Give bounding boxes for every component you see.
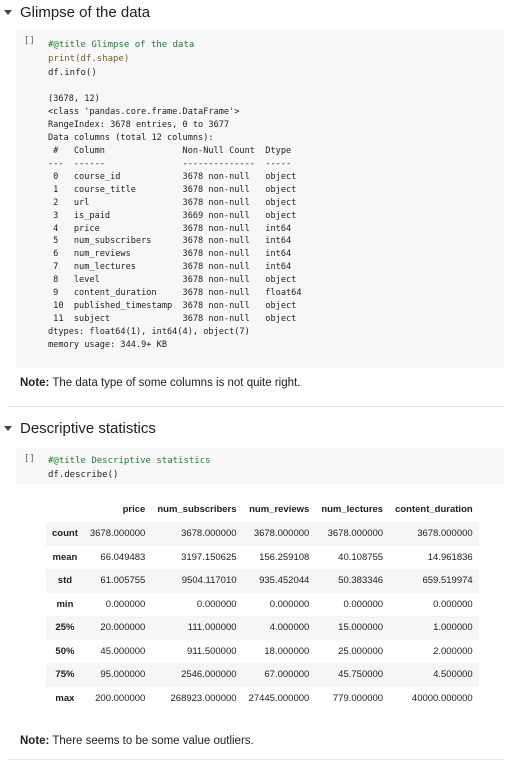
table-row: mean 66.049483 3197.150625 156.259108 40… (46, 545, 479, 569)
table-cell: 20.000000 (100, 622, 146, 634)
table-cell: 14.961836 (427, 551, 473, 563)
section-title: Glimpse of the data (20, 3, 151, 21)
table-cell: 3678.000000 (327, 528, 384, 540)
table-cell: 1.000000 (433, 622, 473, 634)
table-row: 50% 45.000000 911.500000 18.000000 25.00… (46, 639, 479, 663)
section-header-glimpse[interactable]: Glimpse of the data (0, 2, 150, 22)
table-cell: 0.000000 (196, 598, 237, 610)
table-row: std 61.005755 9504.117010 935.452044 50.… (46, 569, 479, 593)
code-editor[interactable]: #@title Glimpse of the data print(df.sha… (48, 38, 194, 80)
code-line: print(df.shape) (48, 54, 130, 64)
table-header-cell (46, 496, 84, 522)
section-title: Descriptive statistics (20, 419, 156, 437)
table-cell: 0.000000 (269, 598, 310, 610)
table-cell: 45.000000 (100, 645, 146, 657)
run-cell-button[interactable]: [] (24, 36, 35, 46)
table-cell: 40000.000000 (411, 692, 473, 704)
row-label: count (52, 528, 78, 540)
table-cell: 66.049483 (100, 551, 146, 563)
markdown-note: Note: The data type of some columns is n… (20, 377, 300, 389)
table-row: 75% 95.000000 2546.000000 67.000000 45.7… (46, 663, 479, 687)
code-line: df.describe() (48, 470, 119, 480)
table-cell: 3678.000000 (417, 528, 473, 540)
table-cell: 25.000000 (338, 645, 384, 657)
table-cell: 200.000000 (95, 692, 146, 704)
table-cell: 2546.000000 (181, 669, 237, 681)
table-row: min 0.000000 0.000000 0.000000 0.000000 … (46, 592, 479, 616)
table-row: max 200.000000 268923.000000 27445.00000… (46, 686, 479, 710)
collapse-caret-icon[interactable] (4, 9, 12, 15)
table-cell: 911.500000 (187, 645, 237, 657)
table-row: count 3678.000000 3678.000000 3678.00000… (46, 522, 479, 546)
section-header-descriptive[interactable]: Descriptive statistics (0, 418, 156, 438)
code-editor[interactable]: #@title Descriptive statistics df.descri… (48, 454, 211, 482)
table-cell: 95.000000 (100, 669, 146, 681)
code-line: #@title Glimpse of the data (48, 40, 195, 50)
table-cell: 659.519974 (422, 575, 473, 587)
code-cell-describe[interactable]: [] #@title Descriptive statistics df.des… (16, 448, 504, 484)
table-cell: 111.000000 (187, 622, 237, 634)
table-cell: 27445.000000 (248, 692, 310, 704)
cell-output-info: (3678, 12) <class 'pandas.core.frame.Dat… (48, 94, 302, 351)
table-cell: 9504.117010 (181, 575, 237, 587)
table-cell: 67.000000 (264, 669, 310, 681)
table-cell: 18.000000 (264, 645, 310, 657)
note-label: Note: (20, 735, 50, 747)
row-label: 50% (55, 645, 75, 657)
markdown-note: Note: There seems to be some value outli… (20, 735, 254, 747)
row-label: max (55, 692, 75, 704)
table-cell: 0.000000 (105, 598, 146, 610)
table-cell: 3678.000000 (253, 528, 310, 540)
table-cell: 50.383346 (338, 575, 384, 587)
cell-divider (8, 759, 504, 760)
table-row: 25% 20.000000 111.000000 4.000000 15.000… (46, 616, 479, 640)
table-cell: 4.000000 (269, 622, 310, 634)
note-text: There seems to be some value outliers. (49, 735, 254, 747)
row-label: std (57, 575, 73, 587)
run-cell-button[interactable]: [] (24, 454, 35, 464)
table-cell: 40.108755 (338, 551, 384, 563)
table-cell: 156.259108 (259, 551, 310, 563)
table-cell: 45.750000 (338, 669, 384, 681)
note-label: Note: (20, 377, 50, 389)
table-header-cell: num_subscribers (157, 503, 237, 515)
table-cell: 2.000000 (433, 645, 473, 657)
cell-divider (8, 406, 504, 407)
table-header-cell: content_duration (395, 503, 473, 515)
row-label: 75% (55, 669, 75, 681)
row-label: mean (52, 551, 78, 563)
table-cell: 3678.000000 (181, 528, 237, 540)
table-cell: 4.500000 (433, 669, 473, 681)
table-header-cell: price (122, 503, 146, 515)
collapse-caret-icon[interactable] (4, 425, 12, 431)
note-text: The data type of some columns is not qui… (49, 377, 301, 389)
table-cell: 3678.000000 (89, 528, 146, 540)
table-header-row: price num_subscribers num_reviews num_le… (46, 496, 479, 522)
table-cell: 0.000000 (433, 598, 473, 610)
row-label: 25% (55, 622, 75, 634)
code-line: df.info() (48, 68, 97, 78)
table-header-cell: num_lectures (321, 503, 384, 515)
table-cell: 61.005755 (100, 575, 146, 587)
code-line: #@title Descriptive statistics (48, 456, 211, 466)
describe-table: price num_subscribers num_reviews num_le… (46, 496, 479, 710)
table-cell: 268923.000000 (170, 692, 237, 704)
table-cell: 15.000000 (338, 622, 384, 634)
table-cell: 3197.150625 (181, 551, 237, 563)
table-header-cell: num_reviews (249, 503, 310, 515)
table-cell: 935.452044 (259, 575, 310, 587)
table-cell: 0.000000 (343, 598, 384, 610)
table-cell: 779.000000 (332, 692, 384, 704)
row-label: min (56, 598, 74, 610)
